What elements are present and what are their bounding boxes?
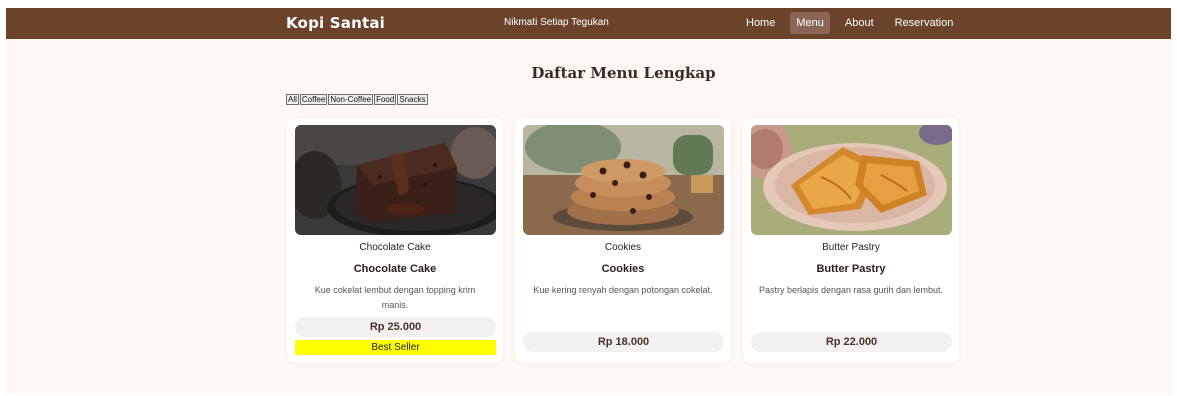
- card-description: Kue kering renyah dengan potongan cokela…: [533, 285, 713, 295]
- filter-snacks-button[interactable]: Snacks: [397, 94, 428, 105]
- card-caption: Cookies: [604, 242, 642, 253]
- menu-card-butter-pastry[interactable]: Butter Pastry Butter Pastry Pastry berla…: [743, 118, 959, 363]
- card-description: Pastry berlapis dengan rasa gurih dan le…: [758, 285, 944, 295]
- nav-link-home[interactable]: Home: [740, 12, 781, 34]
- card-price: Rp 18.000: [523, 332, 724, 352]
- card-title: Butter Pastry: [816, 263, 886, 275]
- nav-links: Home Menu About Reservation: [740, 12, 968, 34]
- menu-card-chocolate-cake[interactable]: Chocolate Cake Chocolate Cake Kue cokela…: [287, 118, 503, 363]
- tagline: Nikmati Setiap Tegukan: [504, 17, 609, 28]
- card-caption: Butter Pastry: [822, 242, 880, 253]
- page-title: Daftar Menu Lengkap: [531, 64, 716, 82]
- card-caption: Chocolate Cake: [359, 242, 431, 253]
- nav-link-about[interactable]: About: [839, 12, 880, 34]
- nav-link-reservation[interactable]: Reservation: [889, 12, 960, 34]
- nav-link-menu[interactable]: Menu: [790, 12, 830, 34]
- best-seller-badge: Best Seller: [295, 340, 496, 355]
- filter-coffee-button[interactable]: Coffee: [299, 94, 328, 105]
- chocolate-cake-image: [295, 125, 496, 235]
- cookies-image: [523, 125, 724, 235]
- card-price: Rp 25.000: [295, 317, 496, 337]
- filter-bar: All Coffee Non-Coffee Food Snacks: [286, 94, 429, 105]
- filter-food-button[interactable]: Food: [374, 94, 397, 105]
- filter-non-coffee-button[interactable]: Non-Coffee: [328, 94, 374, 105]
- card-description: Kue cokelat lembut dengan topping krim m…: [314, 285, 476, 310]
- butter-pastry-image: [751, 125, 952, 235]
- brand-logo[interactable]: Kopi Santai: [286, 14, 385, 32]
- navbar: Kopi Santai Nikmati Setiap Tegukan Home …: [6, 8, 1171, 39]
- card-title: Cookies: [601, 263, 645, 275]
- menu-card-cookies[interactable]: Cookies Cookies Kue kering renyah dengan…: [515, 118, 731, 363]
- filter-all-button[interactable]: All: [286, 94, 299, 105]
- page: Kopi Santai Nikmati Setiap Tegukan Home …: [6, 8, 1171, 394]
- card-title: Chocolate Cake: [353, 263, 437, 275]
- card-price: Rp 22.000: [751, 332, 952, 352]
